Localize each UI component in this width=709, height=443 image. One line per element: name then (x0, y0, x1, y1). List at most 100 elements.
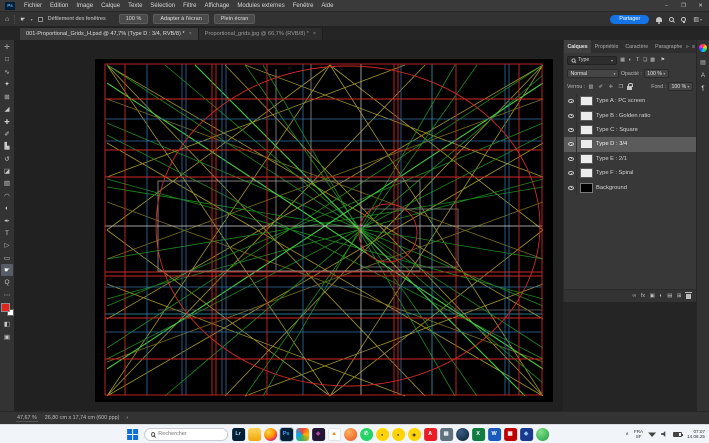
options-button[interactable]: Plein écran (214, 14, 256, 24)
filter-shape-layers-icon[interactable]: ❏ (642, 57, 650, 63)
color-panel-icon[interactable] (699, 44, 707, 52)
photos-app[interactable] (296, 428, 309, 441)
menu-item[interactable]: Calque (97, 3, 124, 9)
layer-thumbnail[interactable] (580, 111, 593, 121)
lock-artboard-icon[interactable]: ❐ (617, 84, 625, 90)
blend-mode-select[interactable]: Normal ▾ (567, 69, 619, 78)
layer-row[interactable]: Type A : PC screen (564, 94, 696, 108)
pen-tool[interactable]: ✒ (1, 214, 13, 226)
visibility-toggle[interactable] (566, 108, 577, 122)
photoshop-logo[interactable]: Ps (5, 2, 15, 10)
path-selection-tool[interactable]: ▷ (1, 239, 13, 251)
layer-filter-select[interactable]: Type ▾ (567, 56, 617, 65)
eyedropper-tool[interactable]: ◢ (1, 103, 13, 115)
layer-thumbnail[interactable] (580, 183, 593, 193)
home-icon[interactable]: ⌂ (5, 16, 9, 23)
options-button[interactable]: 100 % (119, 14, 149, 24)
visibility-toggle[interactable] (566, 166, 577, 180)
lock-position-icon[interactable]: ✛ (607, 84, 615, 90)
taskbar-search[interactable] (144, 428, 228, 441)
excel-app[interactable]: X (472, 428, 485, 441)
filter-pin-icon[interactable]: ⚑ (661, 57, 666, 63)
scroll-all-windows-checkbox[interactable] (38, 17, 43, 22)
panel-tab[interactable]: Paragraphe (652, 40, 686, 53)
menu-item[interactable]: Fenêtre (289, 3, 318, 9)
type-tool[interactable]: T (1, 227, 13, 239)
battery-icon[interactable] (673, 432, 682, 437)
notifications-bell-icon[interactable] (656, 17, 662, 22)
move-tool[interactable]: ✛ (1, 41, 13, 53)
fill-select[interactable]: 100 % ▾ (668, 82, 693, 91)
blue-app[interactable]: ◈ (520, 428, 533, 441)
layer-thumbnail[interactable] (580, 125, 593, 135)
visibility-toggle[interactable] (566, 94, 577, 108)
healing-brush-tool[interactable]: ✚ (1, 115, 13, 127)
workspace-switcher[interactable]: ▥ ▾ (693, 16, 702, 23)
word-app[interactable]: W (488, 428, 501, 441)
quick-mask-button[interactable]: ◧ (1, 318, 13, 330)
layer-thumbnail[interactable] (580, 96, 593, 106)
blur-tool[interactable]: ◠ (1, 190, 13, 202)
restore-button[interactable]: ❐ (675, 3, 692, 9)
layer-group-icon[interactable]: ▤ (667, 293, 672, 299)
panel-menu-icon[interactable]: ≡ (692, 44, 695, 50)
document-tab[interactable]: Proportional_grids.jpg @ 66,7% (RVB/8) *… (199, 28, 323, 40)
document-tab[interactable]: 001-Proportional_Grids_H.psd @ 47,7% (Ty… (20, 28, 199, 40)
screen-mode-button[interactable]: ▣ (1, 331, 13, 343)
gradient-tool[interactable]: ▧ (1, 177, 13, 189)
yellow-app-2[interactable]: ● (392, 428, 405, 441)
purple-app[interactable]: ◆ (312, 428, 325, 441)
menu-item[interactable]: Affichage (200, 3, 233, 9)
layer-thumbnail[interactable] (580, 139, 593, 149)
whatsapp-app[interactable]: ✆ (360, 428, 373, 441)
photoshop-app[interactable]: Ps (280, 428, 293, 441)
character-panel-icon[interactable]: A (701, 73, 705, 79)
layer-mask-icon[interactable]: ▣ (650, 293, 655, 299)
menu-item[interactable]: Texte (124, 3, 146, 9)
libraries-panel-icon[interactable]: ▤ (700, 59, 706, 66)
brush-tool[interactable]: ✐ (1, 128, 13, 140)
close-button[interactable]: ✕ (692, 3, 709, 9)
foreground-color-swatch[interactable] (1, 303, 10, 312)
yellow-app-1[interactable]: ● (376, 428, 389, 441)
volume-icon[interactable] (661, 431, 668, 437)
menu-item[interactable]: Aide (317, 3, 337, 9)
visibility-toggle[interactable] (566, 152, 577, 166)
filter-pixel-layers-icon[interactable]: ▦ (619, 57, 627, 63)
zoom-tool[interactable]: Q (1, 276, 13, 288)
visibility-toggle[interactable] (566, 123, 577, 137)
menu-item[interactable]: Sélection (146, 3, 179, 9)
clone-stamp-tool[interactable]: ▙ (1, 140, 13, 152)
acrobat-app[interactable]: A (424, 428, 437, 441)
layer-thumbnail[interactable] (580, 154, 593, 164)
wifi-icon[interactable] (648, 431, 656, 437)
marquee-tool[interactable]: □ (1, 53, 13, 65)
calculator-app[interactable]: ▦ (440, 428, 453, 441)
minimize-button[interactable]: – (658, 3, 675, 9)
adjustment-layer-icon[interactable]: ◐ (659, 293, 662, 299)
panel-tab[interactable]: Propriétés (591, 40, 622, 53)
language-indicator[interactable]: FRA SF (634, 429, 643, 440)
layer-row[interactable]: Background (564, 180, 696, 194)
menu-item[interactable]: Image (72, 3, 97, 9)
yellow-app-3[interactable]: ◉ (408, 428, 421, 441)
lasso-tool[interactable]: ∿ (1, 66, 13, 78)
menu-item[interactable]: Filtre (179, 3, 200, 9)
hand-tool-icon[interactable]: ☛ (20, 16, 25, 23)
menu-item[interactable]: Fichier (20, 3, 46, 9)
lock-pixels-icon[interactable]: ✐ (597, 84, 605, 90)
lock-all-icon[interactable] (627, 86, 632, 90)
firefox-app[interactable] (264, 428, 277, 441)
quick-selection-tool[interactable]: ✦ (1, 78, 13, 90)
menu-item[interactable]: Modules externes (233, 3, 288, 9)
link-layers-icon[interactable]: ∞ (632, 293, 636, 299)
lightroom-classic-app[interactable]: Lr (232, 428, 245, 441)
filter-adjustment-layers-icon[interactable]: ◐ (627, 57, 635, 63)
windows-start-button[interactable] (127, 429, 138, 440)
shape-tool[interactable]: ▭ (1, 252, 13, 264)
dodge-tool[interactable]: ◐ (1, 202, 13, 214)
tab-close-icon[interactable]: × (189, 31, 192, 37)
search-input[interactable] (158, 431, 220, 437)
panel-tab[interactable]: Calques (564, 40, 591, 53)
canvas-pasteboard[interactable] (14, 40, 563, 411)
